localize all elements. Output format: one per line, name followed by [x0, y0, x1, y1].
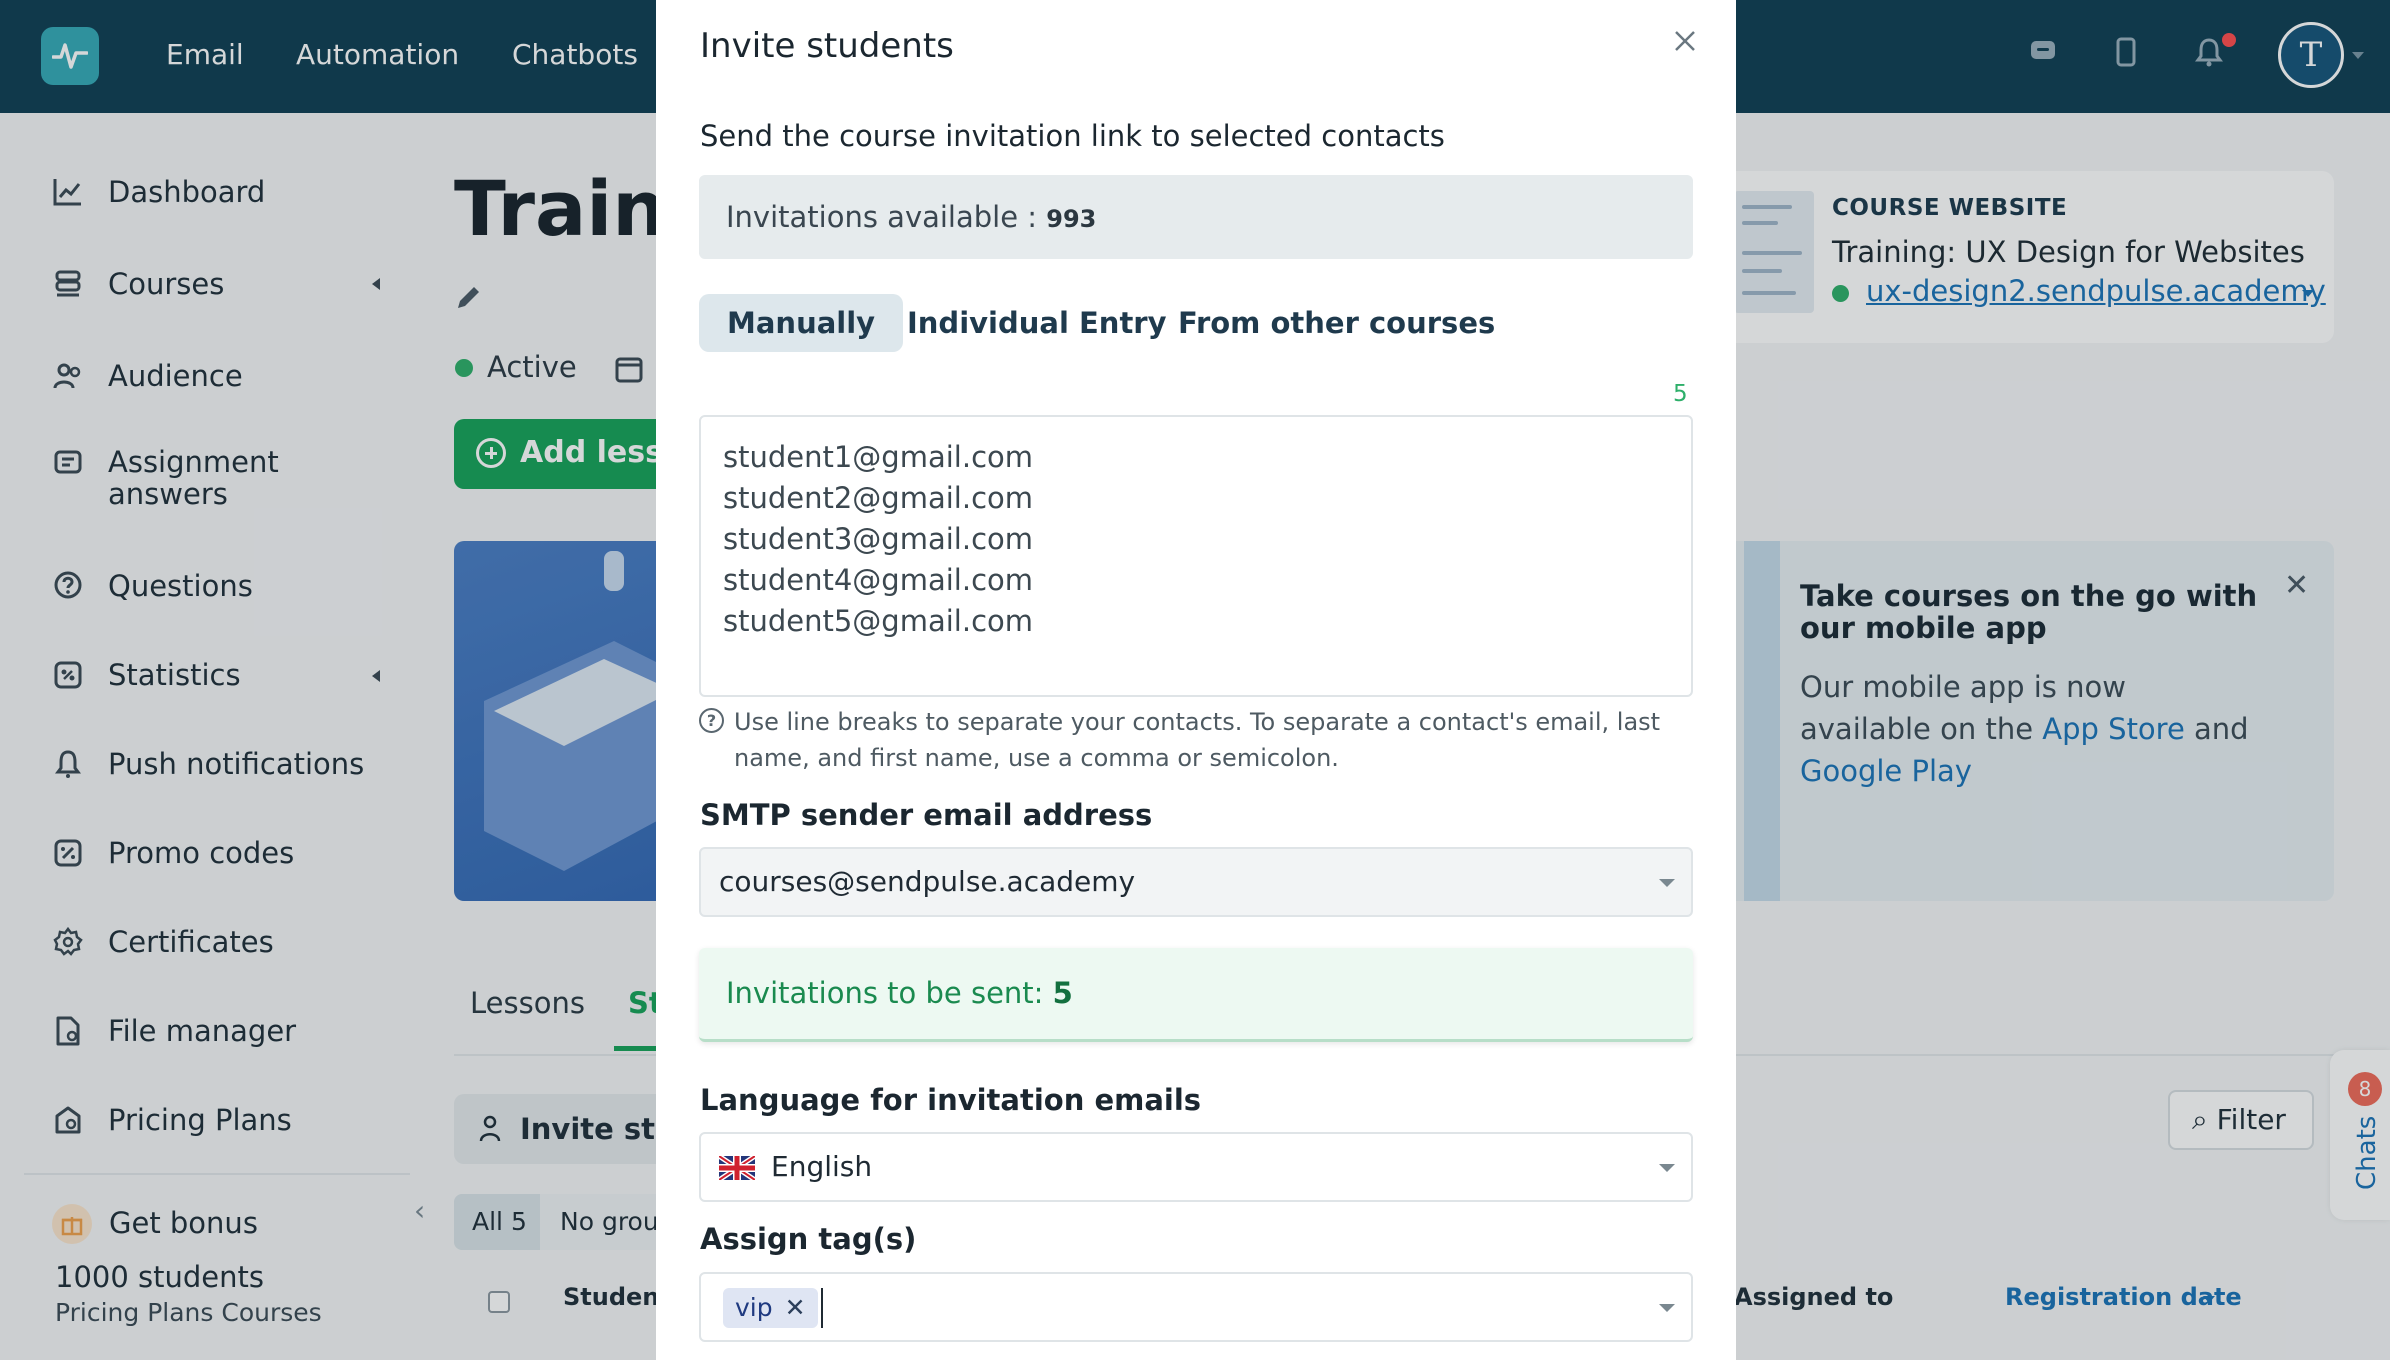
- contacts-help-text: Use line breaks to separate your contact…: [734, 708, 1661, 772]
- text-cursor: [821, 1288, 823, 1328]
- modal-title: Invite students: [700, 26, 954, 66]
- help-icon: ?: [699, 708, 724, 733]
- contact-line: student2@gmail.com: [723, 481, 1034, 515]
- chevron-down-icon: [1659, 1164, 1675, 1172]
- remove-tag-icon[interactable]: ✕: [785, 1293, 806, 1322]
- contacts-textarea[interactable]: student1@gmail.com student2@gmail.com st…: [699, 415, 1693, 697]
- contact-line: student1@gmail.com: [723, 440, 1034, 474]
- contact-line: student3@gmail.com: [723, 522, 1034, 556]
- tab-individual-entry[interactable]: Individual Entry: [907, 294, 1167, 352]
- tags-input[interactable]: vip ✕: [699, 1272, 1693, 1342]
- smtp-select[interactable]: courses@sendpulse.academy: [699, 847, 1693, 917]
- smtp-value: courses@sendpulse.academy: [719, 865, 1136, 898]
- tab-from-other-courses[interactable]: From other courses: [1178, 294, 1495, 352]
- chevron-down-icon: [1659, 1304, 1675, 1312]
- contacts-count: 5: [1673, 381, 1688, 407]
- tag-chip: vip ✕: [723, 1288, 818, 1328]
- tab-manually[interactable]: Manually: [699, 294, 904, 352]
- contact-line: student4@gmail.com: [723, 563, 1034, 597]
- tags-label: Assign tag(s): [700, 1222, 917, 1256]
- smtp-label: SMTP sender email address: [700, 798, 1153, 832]
- invitations-to-be-sent: Invitations to be sent: 5: [699, 948, 1693, 1042]
- modal-subtitle: Send the course invitation link to selec…: [700, 119, 1445, 153]
- to-be-sent-value: 5: [1052, 976, 1073, 1010]
- language-label: Language for invitation emails: [700, 1083, 1202, 1117]
- close-icon[interactable]: [1668, 24, 1702, 58]
- chevron-down-icon: [1659, 879, 1675, 887]
- uk-flag-icon: [719, 1156, 755, 1180]
- invitations-available-label: Invitations available :: [726, 200, 1047, 234]
- invitations-available-box: Invitations available : 993: [699, 175, 1693, 259]
- to-be-sent-label: Invitations to be sent:: [726, 976, 1053, 1010]
- tag-label: vip: [735, 1293, 773, 1322]
- contact-line: student5@gmail.com: [723, 604, 1034, 638]
- language-value: English: [771, 1150, 873, 1183]
- invitations-available-value: 993: [1046, 205, 1097, 233]
- invite-students-modal: Invite students Send the course invitati…: [656, 0, 1736, 1360]
- language-select[interactable]: English: [699, 1132, 1693, 1202]
